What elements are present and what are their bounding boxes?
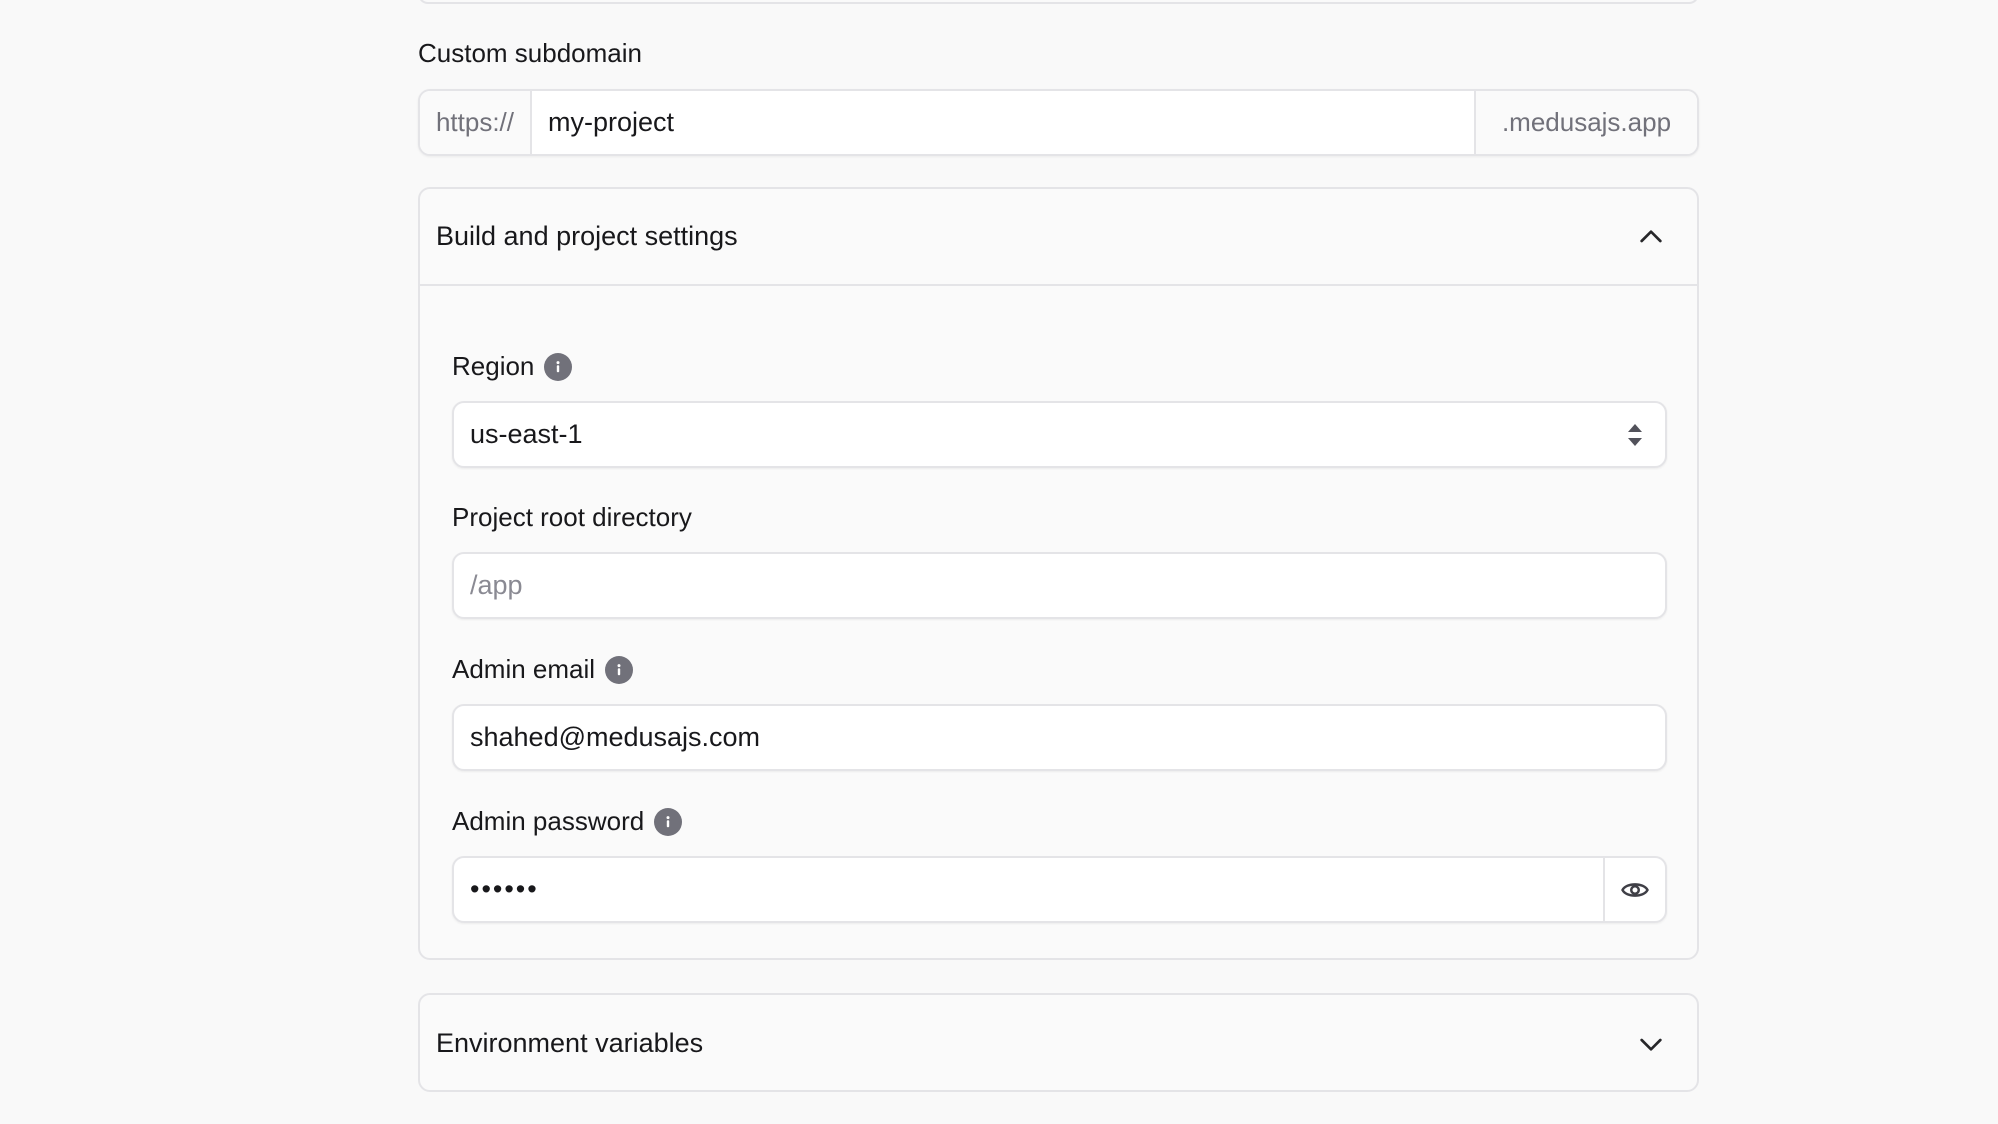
admin-email-input[interactable] [454, 722, 1665, 753]
info-icon[interactable] [605, 655, 634, 684]
toggle-password-visibility-button[interactable] [1603, 858, 1665, 921]
region-label: Region [452, 351, 535, 381]
admin-password-label: Admin password [452, 806, 645, 836]
admin-email-label: Admin email [452, 654, 596, 684]
previous-field-edge [418, 0, 1699, 4]
subdomain-prefix: https:// [420, 91, 532, 154]
page: Custom subdomain https:// .medusajs.app … [0, 0, 1998, 1124]
chevron-down-icon [1640, 1038, 1662, 1051]
custom-subdomain-label: Custom subdomain [418, 38, 642, 68]
admin-email-label-row: Admin email [452, 654, 634, 685]
admin-password-label-row: Admin password [452, 806, 683, 837]
env-variables-title: Environment variables [436, 1028, 704, 1058]
build-settings-toggle[interactable]: Build and project settings [420, 189, 1697, 286]
env-variables-panel: Environment variables [418, 993, 1699, 1092]
subdomain-suffix: .medusajs.app [1474, 91, 1697, 154]
root-dir-field [452, 552, 1667, 619]
region-select[interactable]: us-east-1 [452, 401, 1667, 468]
info-icon[interactable] [544, 352, 573, 381]
admin-password-input[interactable]: •••••• [454, 874, 1603, 905]
eye-icon [1621, 882, 1649, 897]
admin-email-field [452, 704, 1667, 771]
subdomain-input[interactable] [532, 91, 1474, 154]
subdomain-input-group: https:// .medusajs.app [418, 89, 1699, 156]
region-select-value: us-east-1 [470, 419, 583, 449]
region-label-row: Region [452, 351, 573, 382]
info-icon[interactable] [654, 807, 683, 836]
chevron-up-icon [1640, 229, 1662, 242]
admin-password-field: •••••• [452, 856, 1667, 923]
root-dir-input[interactable] [454, 570, 1665, 601]
build-settings-panel: Build and project settings Region us-eas… [418, 187, 1699, 960]
env-variables-toggle[interactable]: Environment variables [420, 995, 1697, 1092]
build-settings-title: Build and project settings [436, 221, 738, 251]
select-arrows-icon [1628, 423, 1642, 446]
root-dir-label: Project root directory [452, 502, 692, 532]
